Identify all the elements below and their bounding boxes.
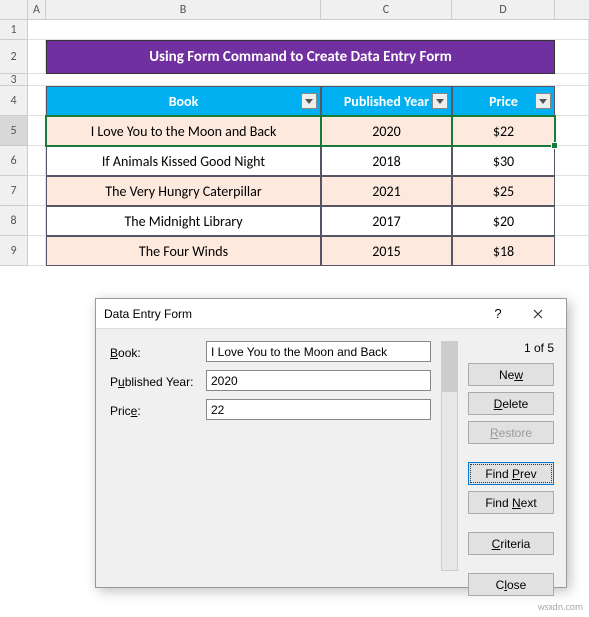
empty-cell[interactable] xyxy=(555,116,589,146)
close-icon[interactable] xyxy=(518,299,558,329)
col-header-b[interactable]: B xyxy=(46,0,321,20)
cell-price[interactable]: $18 xyxy=(452,236,555,266)
select-all-corner[interactable] xyxy=(0,0,28,20)
cell-book[interactable]: If Animals Kissed Good Night xyxy=(46,146,321,176)
col-header-blank xyxy=(555,0,589,20)
scrollbar-thumb[interactable] xyxy=(442,342,457,392)
book-label: Book: xyxy=(110,341,200,365)
row-header-9[interactable]: 9 xyxy=(0,236,28,266)
row-header-4[interactable]: 4 xyxy=(0,86,28,116)
find-prev-button[interactable]: Find Prev xyxy=(468,462,554,485)
cell-book[interactable]: The Very Hungry Caterpillar xyxy=(46,176,321,206)
dialog-title: Data Entry Form xyxy=(104,307,478,321)
empty-cell[interactable] xyxy=(28,86,46,116)
cell-year[interactable]: 2020 xyxy=(321,116,452,146)
criteria-button[interactable]: Criteria xyxy=(468,532,554,555)
cell-book[interactable]: The Midnight Library xyxy=(46,206,321,236)
empty-cell[interactable] xyxy=(28,146,46,176)
year-field[interactable] xyxy=(206,370,431,391)
col-header-a[interactable]: A xyxy=(28,0,46,20)
price-field[interactable] xyxy=(206,399,431,420)
watermark: wsxdn.com xyxy=(538,600,583,613)
col-header-c[interactable]: C xyxy=(321,0,452,20)
filter-dropdown-icon[interactable] xyxy=(432,93,448,109)
empty-cell[interactable] xyxy=(555,206,589,236)
restore-button: Restore xyxy=(468,421,554,444)
header-label: Book xyxy=(169,93,199,110)
row-header-1[interactable]: 1 xyxy=(0,20,28,40)
cell-price[interactable]: $30 xyxy=(452,146,555,176)
row-header-5[interactable]: 5 xyxy=(0,116,28,146)
empty-cell[interactable] xyxy=(28,74,589,86)
table-header-year[interactable]: Published Year xyxy=(321,86,452,116)
row-header-8[interactable]: 8 xyxy=(0,206,28,236)
record-counter: 1 of 5 xyxy=(468,341,554,357)
row-header-6[interactable]: 6 xyxy=(0,146,28,176)
empty-cell[interactable] xyxy=(28,20,589,40)
empty-cell[interactable] xyxy=(28,176,46,206)
delete-button[interactable]: Delete xyxy=(468,392,554,415)
cell-book[interactable]: I Love You to the Moon and Back xyxy=(46,116,321,146)
empty-cell[interactable] xyxy=(28,116,46,146)
dialog-buttons: 1 of 5 New Delete Restore Find Prev Find… xyxy=(468,341,554,596)
empty-cell[interactable] xyxy=(555,176,589,206)
cell-price[interactable]: $25 xyxy=(452,176,555,206)
fill-handle[interactable] xyxy=(551,142,558,149)
dialog-body: Book: Published Year: Price: 1 of 5 New … xyxy=(96,329,566,608)
cell-year[interactable]: 2017 xyxy=(321,206,452,236)
cell-year[interactable]: 2015 xyxy=(321,236,452,266)
empty-cell[interactable] xyxy=(28,206,46,236)
row-header-7[interactable]: 7 xyxy=(0,176,28,206)
filter-dropdown-icon[interactable] xyxy=(301,93,317,109)
book-field[interactable] xyxy=(206,341,431,362)
empty-cell[interactable] xyxy=(28,236,46,266)
empty-cell[interactable] xyxy=(555,146,589,176)
help-button[interactable]: ? xyxy=(478,299,518,329)
header-label: Price xyxy=(489,93,518,110)
cell-price[interactable]: $22 xyxy=(452,116,555,146)
row-header-2[interactable]: 2 xyxy=(0,40,28,74)
spreadsheet-grid: A B C D 1 2 Using Form Command to Create… xyxy=(0,0,589,266)
empty-cell[interactable] xyxy=(28,40,46,74)
row-header-3[interactable]: 3 xyxy=(0,74,28,86)
col-header-d[interactable]: D xyxy=(452,0,555,20)
cell-book[interactable]: The Four Winds xyxy=(46,236,321,266)
table-header-book[interactable]: Book xyxy=(46,86,321,116)
empty-cell[interactable] xyxy=(555,86,589,116)
cell-year[interactable]: 2018 xyxy=(321,146,452,176)
cell-year[interactable]: 2021 xyxy=(321,176,452,206)
cell-price[interactable]: $20 xyxy=(452,206,555,236)
dialog-titlebar[interactable]: Data Entry Form ? xyxy=(96,299,566,329)
price-label: Price: xyxy=(110,399,200,423)
page-title: Using Form Command to Create Data Entry … xyxy=(46,40,555,74)
empty-cell[interactable] xyxy=(555,236,589,266)
empty-cell[interactable] xyxy=(555,40,589,74)
new-button[interactable]: New xyxy=(468,363,554,386)
table-header-price[interactable]: Price xyxy=(452,86,555,116)
year-label: Published Year: xyxy=(110,370,200,394)
data-entry-form-dialog: Data Entry Form ? Book: Published Year: … xyxy=(95,298,567,588)
close-button[interactable]: Close xyxy=(468,573,554,596)
record-scrollbar[interactable] xyxy=(441,341,458,571)
form-fields: Book: Published Year: Price: xyxy=(110,341,431,596)
filter-dropdown-icon[interactable] xyxy=(535,93,551,109)
find-next-button[interactable]: Find Next xyxy=(468,491,554,514)
header-label: Published Year xyxy=(344,93,429,110)
